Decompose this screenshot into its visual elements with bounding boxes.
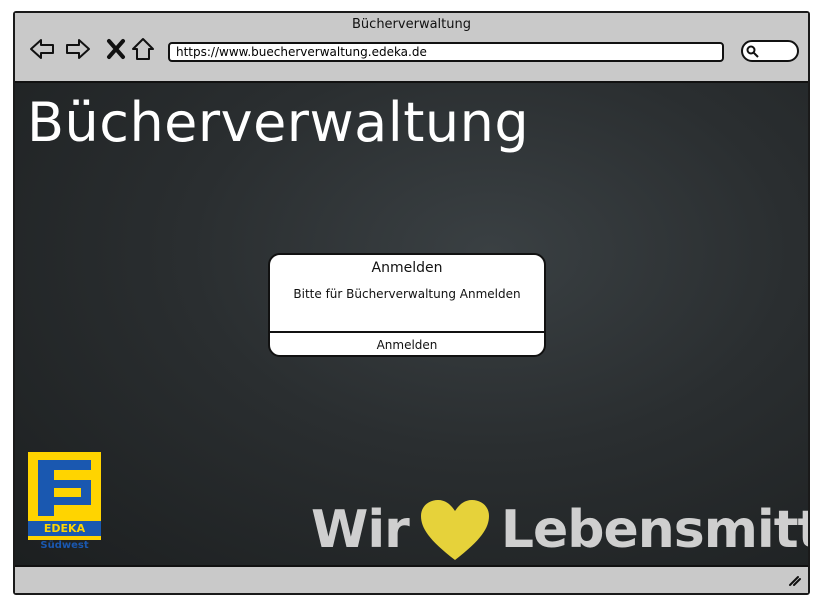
close-icon[interactable] [103,37,129,61]
edeka-e-icon [38,460,91,516]
home-icon[interactable] [130,37,156,61]
back-icon[interactable] [29,37,55,61]
page-title: Bücherverwaltung [27,91,530,154]
dialog-title: Anmelden [371,260,443,276]
browser-titlebar: Bücherverwaltung https://www.buecherverw… [15,13,808,81]
slogan: Wir Lebensmittel. [311,495,808,565]
login-dialog: Anmelden Bitte für Bücherverwaltung Anme… [268,253,546,357]
dialog-message: Bitte für Bücherverwaltung Anmelden [293,287,521,301]
search-field[interactable] [741,40,799,62]
page-content: Bücherverwaltung Anmelden Bitte für Büch… [15,81,808,567]
slogan-left: Wir [311,500,410,560]
forward-icon[interactable] [65,37,91,61]
url-bar[interactable]: https://www.buecherverwaltung.edeka.de [168,42,724,62]
edeka-logo: EDEKA Südwest [28,452,101,553]
search-icon [746,45,759,58]
slogan-right: Lebensmittel. [500,500,808,560]
logo-sub-text: Südwest [40,540,89,551]
browser-window: Bücherverwaltung https://www.buecherverw… [13,11,810,595]
login-button[interactable]: Anmelden [270,333,544,357]
logo-band-text: EDEKA [28,521,101,536]
window-title: Bücherverwaltung [352,17,471,32]
status-bar [15,567,808,593]
resize-handle-icon[interactable] [788,573,802,587]
heart-icon [420,500,489,560]
